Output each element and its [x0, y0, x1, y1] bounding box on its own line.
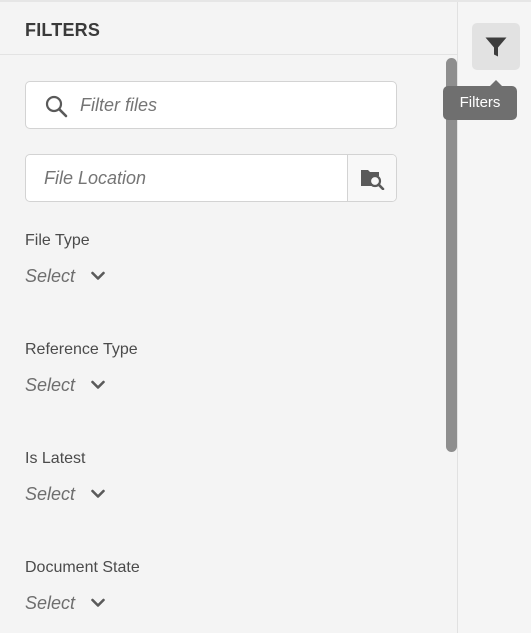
- filter-panel: FILTERS Filter files File Location File …: [0, 2, 458, 633]
- select-value: Select: [25, 265, 76, 286]
- panel-title: FILTERS: [25, 20, 101, 40]
- chevron-down-icon: [91, 271, 105, 280]
- filter-label: Document State: [25, 559, 140, 576]
- search-icon: [44, 94, 68, 118]
- chevron-down-icon: [91, 598, 105, 607]
- filters-tooltip: Filters: [443, 86, 517, 120]
- filter-document-state: Document State Select: [25, 559, 325, 633]
- document-state-select[interactable]: Select: [25, 591, 105, 615]
- filter-label: File Type: [25, 232, 90, 249]
- filter-reference-type: Reference Type Select: [25, 341, 325, 421]
- chevron-down-icon: [91, 380, 105, 389]
- search-input[interactable]: [80, 82, 380, 128]
- file-type-select[interactable]: Select: [25, 264, 105, 288]
- select-value: Select: [25, 592, 76, 613]
- select-value: Select: [25, 483, 76, 504]
- browse-location-button[interactable]: [347, 155, 396, 201]
- reference-type-select[interactable]: Select: [25, 373, 105, 397]
- panel-header: FILTERS: [0, 2, 457, 55]
- filter-label: Reference Type: [25, 341, 138, 358]
- filters-toggle-button[interactable]: [472, 23, 520, 70]
- select-value: Select: [25, 374, 76, 395]
- location-box[interactable]: [25, 154, 397, 202]
- file-location-input[interactable]: [44, 155, 344, 201]
- chevron-down-icon: [91, 489, 105, 498]
- filters-app: FILTERS Filter files File Location File …: [0, 0, 531, 633]
- search-box[interactable]: [25, 81, 397, 129]
- filter-file-type: File Type Select: [25, 232, 325, 312]
- is-latest-select[interactable]: Select: [25, 482, 105, 506]
- filter-is-latest: Is Latest Select: [25, 450, 325, 530]
- filter-label: Is Latest: [25, 450, 86, 467]
